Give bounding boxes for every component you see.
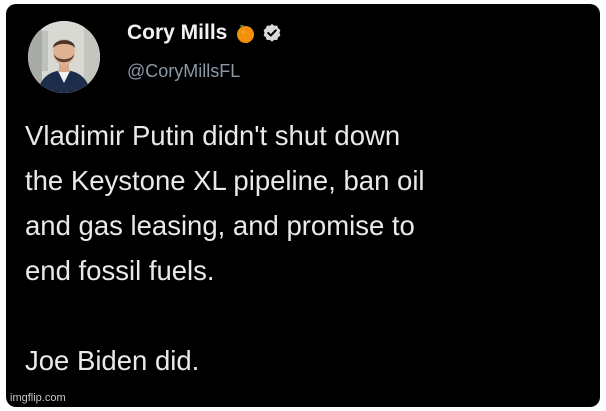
tweet-card: Cory Mills @CoryMillsFL Vladimir Putin d… xyxy=(6,4,600,407)
orange-emoji-icon xyxy=(235,23,256,44)
user-handle[interactable]: @CoryMillsFL xyxy=(127,61,240,82)
avatar-photo xyxy=(28,21,100,93)
display-name[interactable]: Cory Mills xyxy=(127,21,282,45)
verified-icon xyxy=(262,23,282,43)
tweet-text: Vladimir Putin didn't shut down the Keys… xyxy=(25,113,595,383)
display-name-text[interactable]: Cory Mills xyxy=(127,21,227,45)
tweet-text-line: Vladimir Putin didn't shut down xyxy=(25,120,401,151)
tweet-text-line: the Keystone XL pipeline, ban oil xyxy=(25,165,425,196)
tweet-text-line: end fossil fuels. xyxy=(25,255,215,286)
avatar[interactable] xyxy=(28,21,100,93)
tweet-closing-line: Joe Biden did. xyxy=(25,345,200,376)
tweet-text-line: and gas leasing, and promise to xyxy=(25,210,415,241)
watermark: imgflip.com xyxy=(10,392,66,404)
